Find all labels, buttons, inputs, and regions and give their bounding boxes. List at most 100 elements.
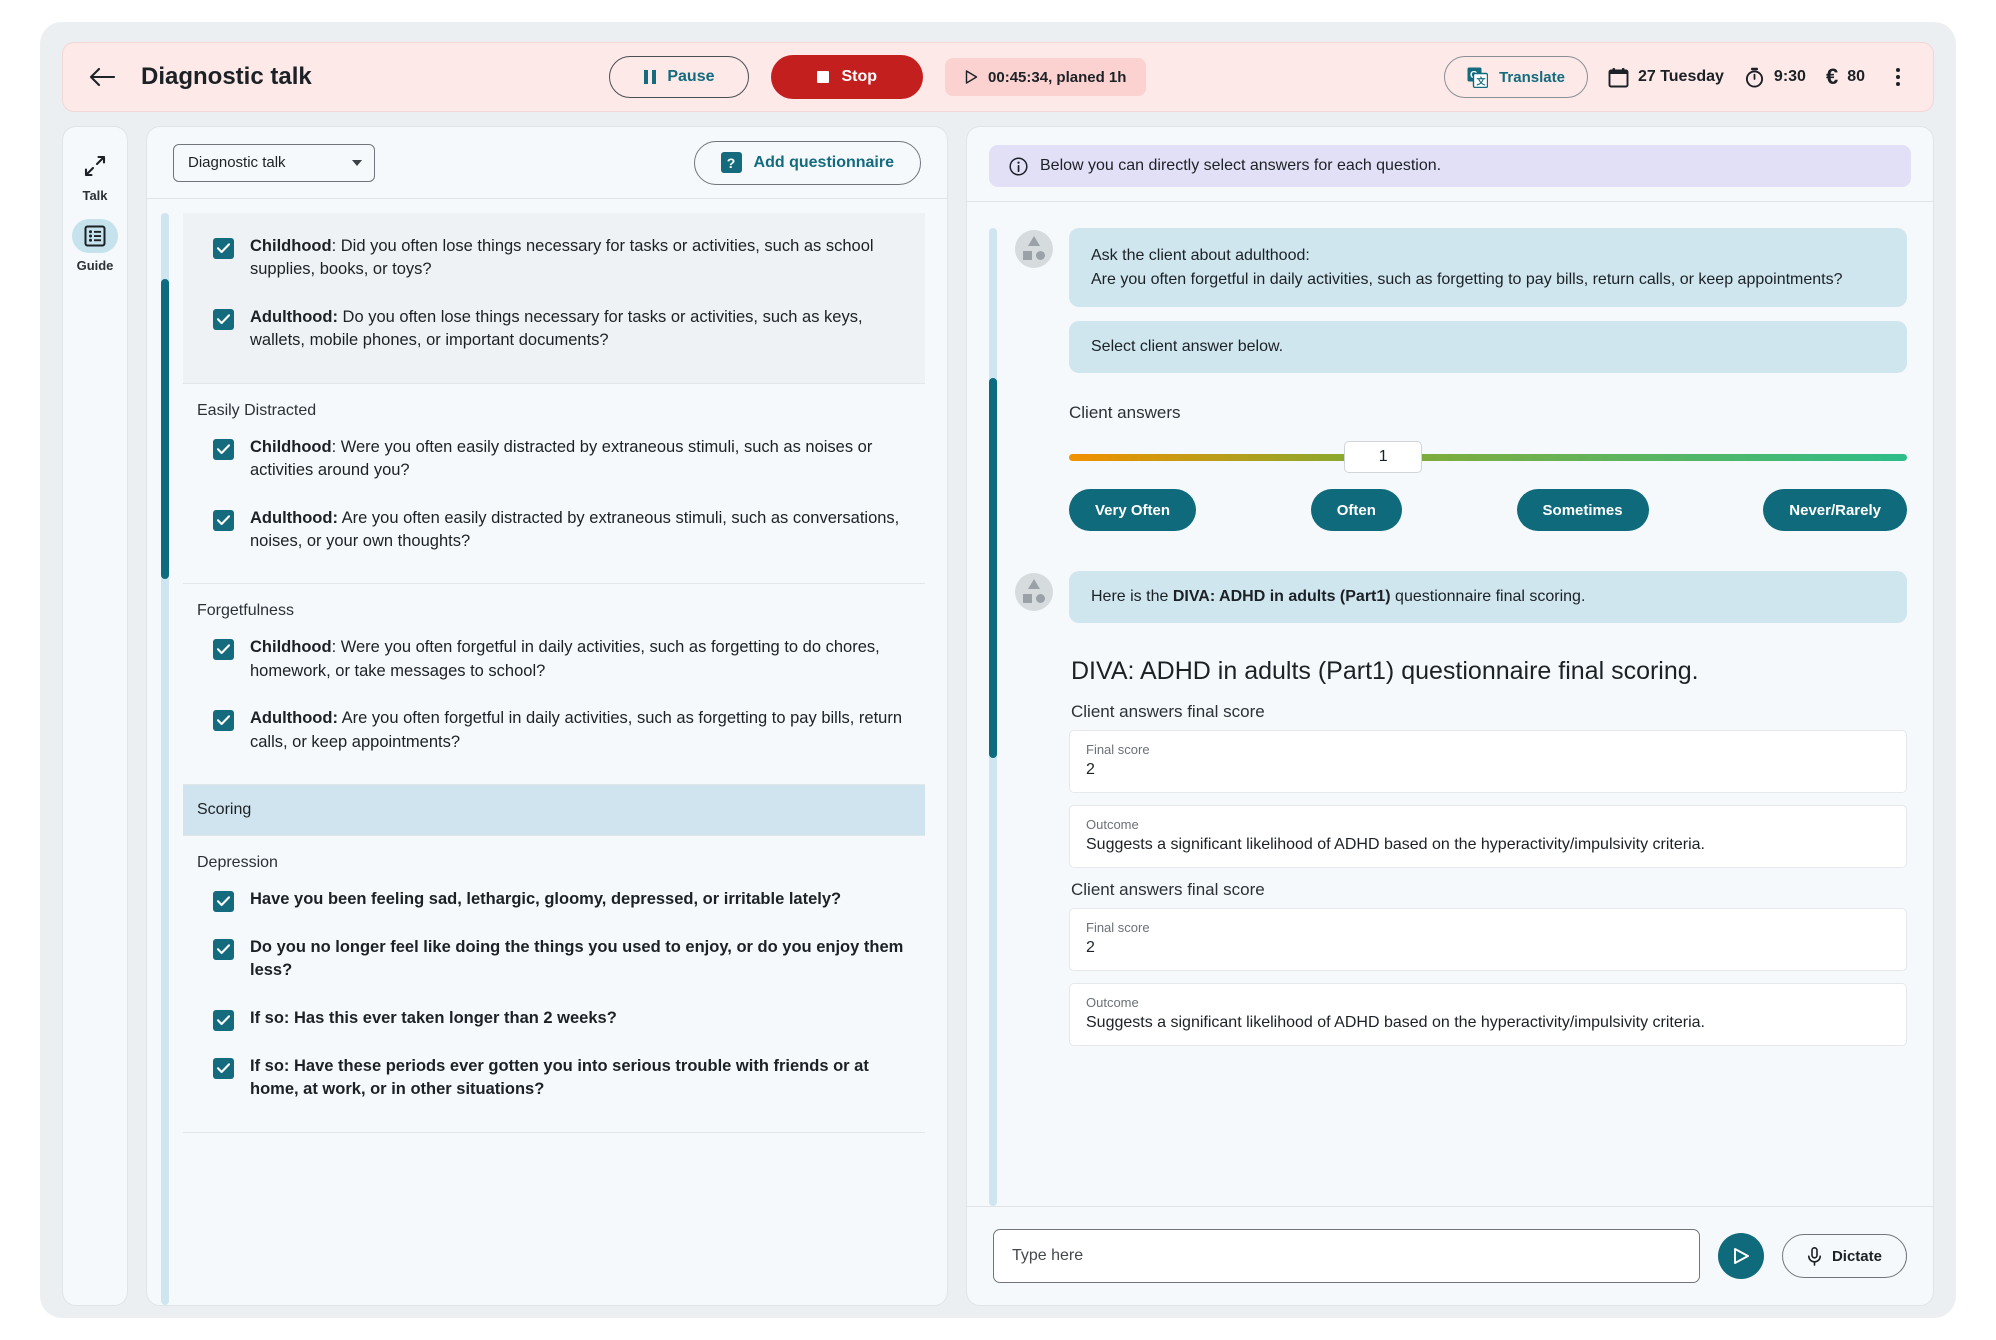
add-questionnaire-label: Add questionnaire (753, 153, 894, 171)
rail-item-guide[interactable]: Guide (66, 219, 124, 273)
checklist-group-title: Depression (197, 854, 278, 872)
checklist-group: Easily Distracted Childhood: Were you oft… (183, 384, 925, 585)
question-line-1: Ask the client about adulthood: (1091, 247, 1310, 264)
question-line-2: Are you often forgetful in daily activit… (1091, 270, 1843, 288)
questionnaire-progress-scrollbar[interactable] (161, 213, 169, 1305)
answer-option-button[interactable]: Sometimes (1516, 489, 1649, 532)
back-arrow-icon[interactable] (85, 60, 119, 94)
page-title: Diagnostic talk (141, 63, 312, 90)
checklist-item-lead: Adulthood: (250, 508, 338, 527)
rail-item-talk[interactable]: Talk (66, 149, 124, 203)
question-bubble: Ask the client about adulthood: Are you … (1069, 228, 1907, 308)
checkbox-checked-icon[interactable] (213, 238, 234, 259)
rail-label-guide: Guide (76, 258, 114, 273)
pause-icon (644, 70, 657, 84)
checklist-section-banner: Scoring (183, 785, 925, 837)
info-circle-icon (1009, 156, 1028, 176)
checklist-item-text: Adulthood: Do you often lose things nece… (250, 307, 863, 350)
session-controls: Pause Stop 00:45:34, planed 1h (312, 55, 1444, 99)
message-bubbles: Ask the client about adulthood: Are you … (1069, 228, 1907, 374)
scrollbar-thumb[interactable] (161, 279, 169, 579)
checklist-item[interactable]: Childhood: Were you often forgetful in d… (183, 624, 925, 695)
slider-value-handle[interactable]: 1 (1344, 441, 1423, 474)
session-header: Diagnostic talk Pause Stop 00:45:34, pla… (62, 42, 1934, 112)
scoring-bubble-suffix: questionnaire final scoring. (1390, 588, 1586, 606)
dictate-button[interactable]: Dictate (1781, 1234, 1907, 1278)
assistant-avatar (1015, 230, 1053, 268)
checklist-group: Forgetfulness Childhood: Were you often f… (183, 584, 925, 786)
final-score-card: Final score 2 (1069, 907, 1907, 971)
chat-progress-scrollbar[interactable] (989, 228, 997, 1206)
send-icon (1734, 1248, 1749, 1264)
pause-label: Pause (667, 68, 715, 85)
answer-option-button[interactable]: Often (1310, 489, 1402, 532)
answer-option-button[interactable]: Never/Rarely (1763, 489, 1907, 532)
checklist-item-lead: Childhood (250, 638, 332, 657)
questionnaire-checklist: Childhood: Did you often lose things nec… (183, 213, 925, 1305)
scoring-sections: Client answers final score Final score 2 Ou… (1069, 702, 1907, 1046)
checklist-item[interactable]: If so: Have these periods ever gotten yo… (183, 1043, 925, 1114)
questionnaire-toolbar: Diagnostic talk ? Add questionnaire (147, 127, 947, 199)
checkbox-checked-icon[interactable] (213, 939, 234, 961)
stop-button[interactable]: Stop (771, 55, 924, 99)
checklist-item[interactable]: If so: Has this ever taken longer than 2… (183, 995, 925, 1043)
checklist-group-title: Easily Distracted (197, 401, 317, 419)
pause-button[interactable]: Pause (609, 56, 750, 98)
scoring-bubble-prefix: Here is the (1091, 588, 1173, 606)
stop-label: Stop (841, 68, 878, 85)
checkbox-checked-icon[interactable] (213, 438, 234, 460)
questionnaire-select[interactable]: Diagnostic talk (173, 143, 375, 182)
scoring-bubble-bold: DIVA: ADHD in adults (Part1) (1172, 588, 1391, 606)
checkbox-checked-icon[interactable] (213, 891, 234, 913)
checklist-item-lead: Childhood (250, 237, 332, 255)
slider-track[interactable] (1069, 454, 1907, 462)
checkbox-checked-icon[interactable] (213, 1009, 234, 1031)
list-guide-icon (72, 219, 118, 253)
checklist-item[interactable]: Childhood: Were you often easily distrac… (183, 424, 925, 495)
header-meta: G 文 Translate 27 Tuesday (1444, 56, 1911, 98)
checklist-item-text: Do you no longer feel like doing the thi… (250, 938, 904, 980)
price-indicator: € 80 (1826, 64, 1865, 90)
question-badge-icon: ? (720, 152, 742, 173)
add-questionnaire-button[interactable]: ? Add questionnaire (693, 140, 921, 185)
checkbox-checked-icon[interactable] (213, 639, 234, 661)
checkbox-checked-icon[interactable] (213, 1057, 234, 1079)
assistant-avatar (1015, 573, 1053, 612)
checklist-item[interactable]: Childhood: Did you often lose things nec… (183, 223, 925, 294)
info-banner-text: Below you can directly select answers fo… (1040, 157, 1442, 174)
duration-indicator: 9:30 (1744, 67, 1806, 88)
composer: Dictate (993, 1229, 1907, 1283)
checklist-item[interactable]: Adulthood: Do you often lose things nece… (183, 294, 925, 365)
scoring-results: DIVA: ADHD in adults (Part1) questionnai… (1069, 657, 1907, 1046)
checkbox-checked-icon[interactable] (213, 710, 234, 732)
expand-arrows-icon (72, 149, 118, 183)
message-input[interactable] (993, 1229, 1700, 1283)
info-banner: Below you can directly select answers fo… (989, 145, 1911, 187)
checklist-item-lead: Childhood (250, 437, 332, 456)
checklist-item[interactable]: Adulthood: Are you often forgetful in da… (183, 695, 925, 766)
euro-icon: € (1825, 64, 1839, 89)
final-score-card: Final score 2 (1069, 729, 1907, 793)
prompt-bubble: Select client answer below. (1069, 321, 1907, 374)
translate-button[interactable]: G 文 Translate (1444, 56, 1588, 98)
checklist-item[interactable]: Have you been feeling sad, lethargic, gl… (183, 876, 925, 924)
checkbox-checked-icon[interactable] (213, 308, 234, 330)
checklist-item[interactable]: Do you no longer feel like doing the thi… (183, 924, 925, 995)
info-banner-wrap: Below you can directly select answers fo… (967, 127, 1933, 201)
checklist-group-title: Forgetfulness (197, 602, 294, 620)
answer-slider[interactable]: 1 (1069, 441, 1907, 475)
checkbox-checked-icon[interactable] (213, 509, 234, 531)
chat-scrollbar-thumb[interactable] (989, 378, 997, 758)
scoring-section-heading: Client answers final score (1071, 879, 1265, 899)
scoring-bubble: Here is the DIVA: ADHD in adults (Part1)… (1069, 571, 1907, 623)
checklist-item[interactable]: Adulthood: Are you often easily distract… (183, 495, 925, 566)
answer-option-button[interactable]: Very Often (1069, 489, 1197, 532)
dictate-label: Dictate (1831, 1247, 1882, 1265)
checklist-item-text: Adulthood: Are you often easily distract… (250, 508, 900, 550)
client-answers-label: Client answers (1069, 403, 1181, 423)
timer-text: 00:45:34, planed 1h (988, 68, 1127, 86)
outcome-card: Outcome Suggests a significant likelihood… (1069, 804, 1907, 868)
more-options-icon[interactable] (1885, 62, 1911, 92)
send-button[interactable] (1717, 1233, 1764, 1279)
date-text: 27 Tuesday (1637, 68, 1724, 85)
